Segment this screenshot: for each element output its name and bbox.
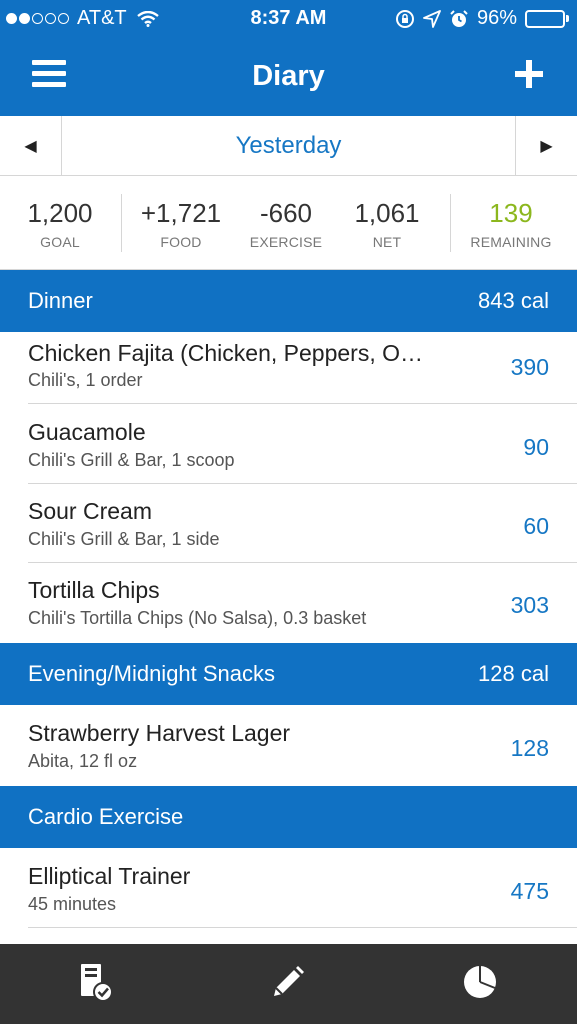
food-calories: 90: [523, 434, 549, 460]
diary-checklist-icon: [78, 962, 114, 1007]
exercise-summary: -660 EXERCISE: [238, 198, 334, 250]
rotation-lock-icon: [395, 9, 415, 29]
food-detail: Chili's Grill & Bar, 1 side: [28, 529, 220, 549]
net-summary: 1,061 NET: [340, 198, 434, 250]
reports-tab[interactable]: [384, 944, 576, 1024]
alarm-clock-icon: [449, 9, 469, 29]
exercise-calories: 475: [510, 878, 549, 904]
goal-label: GOAL: [40, 234, 80, 250]
food-entry-row[interactable]: Chicken Fajita (Chicken, Peppers, O… Chi…: [0, 332, 577, 404]
bottom-tab-bar: [0, 944, 577, 1024]
section-title: Evening/Midnight Snacks: [28, 661, 276, 686]
section-header-dinner[interactable]: Dinner 843 cal: [0, 270, 577, 332]
section-header-snacks[interactable]: Evening/Midnight Snacks 128 cal: [0, 643, 577, 705]
pie-chart-icon: [462, 964, 498, 1005]
summary-divider: [450, 194, 451, 252]
exercise-entry-row[interactable]: Elliptical Trainer 45 minutes 475: [0, 848, 577, 928]
goal-summary: 1,200 GOAL: [8, 198, 112, 250]
current-date-label[interactable]: Yesterday: [62, 116, 515, 176]
remaining-label: REMAINING: [470, 234, 552, 250]
food-name: Tortilla Chips: [28, 577, 160, 603]
calorie-summary[interactable]: 1,200 GOAL +1,721 FOOD -660 EXERCISE 1,0…: [0, 176, 577, 270]
section-title: Cardio Exercise: [28, 804, 184, 829]
date-navigator: ◀ Yesterday ▶: [0, 116, 577, 176]
summary-divider: [121, 194, 122, 252]
exercise-label: EXERCISE: [249, 234, 323, 250]
navigation-bar: Diary: [0, 38, 577, 116]
food-value: +1,721: [140, 198, 222, 228]
exercise-detail: 45 minutes: [28, 894, 117, 914]
row-divider: [28, 927, 577, 928]
status-right: 96%: [395, 7, 569, 30]
food-calories: 390: [510, 354, 549, 380]
exercise-value: -660: [259, 198, 313, 228]
battery-icon: [525, 9, 569, 28]
food-name: Sour Cream: [28, 498, 152, 524]
pencil-icon: [270, 964, 306, 1005]
food-detail: Chili's Grill & Bar, 1 scoop: [28, 450, 235, 470]
food-detail: Chili's, 1 order: [28, 370, 143, 390]
section-title: Dinner: [28, 288, 93, 313]
quick-add-tab[interactable]: [192, 944, 384, 1024]
section-calories: 843 cal: [478, 288, 549, 313]
food-calories: 303: [510, 592, 549, 618]
previous-day-button[interactable]: ◀: [0, 116, 62, 176]
net-value: 1,061: [354, 198, 420, 228]
plus-icon[interactable]: [515, 60, 543, 88]
food-entry-row[interactable]: Strawberry Harvest Lager Abita, 12 fl oz…: [0, 705, 577, 786]
status-bar: AT&T 8:37 AM 96%: [0, 0, 577, 38]
next-day-button[interactable]: ▶: [515, 116, 577, 176]
battery-percentage: 96%: [476, 7, 517, 29]
remaining-value: 139: [489, 198, 533, 228]
food-calories: 60: [523, 513, 549, 539]
food-entry-row[interactable]: Guacamole Chili's Grill & Bar, 1 scoop 9…: [0, 404, 577, 484]
food-summary: +1,721 FOOD: [128, 198, 234, 250]
food-detail: Abita, 12 fl oz: [28, 751, 138, 771]
food-calories: 128: [510, 735, 549, 761]
remaining-summary: 139 REMAINING: [456, 198, 566, 250]
goal-value: 1,200: [27, 198, 93, 228]
food-entry-row[interactable]: Sour Cream Chili's Grill & Bar, 1 side 6…: [0, 484, 577, 563]
section-calories: 128 cal: [478, 661, 549, 686]
page-title: Diary: [252, 60, 325, 92]
location-arrow-icon: [423, 9, 441, 28]
diary-tab[interactable]: [0, 944, 192, 1024]
net-label: NET: [372, 234, 402, 250]
food-label: FOOD: [160, 234, 202, 250]
section-header-cardio-exercise[interactable]: Cardio Exercise: [0, 786, 577, 848]
food-name: Chicken Fajita (Chicken, Peppers, O…: [28, 340, 423, 366]
exercise-name: Elliptical Trainer: [28, 863, 191, 889]
food-name: Guacamole: [28, 419, 146, 445]
food-name: Strawberry Harvest Lager: [28, 720, 291, 746]
food-detail: Chili's Tortilla Chips (No Salsa), 0.3 b…: [28, 608, 367, 628]
food-entry-row[interactable]: Tortilla Chips Chili's Tortilla Chips (N…: [0, 563, 577, 643]
